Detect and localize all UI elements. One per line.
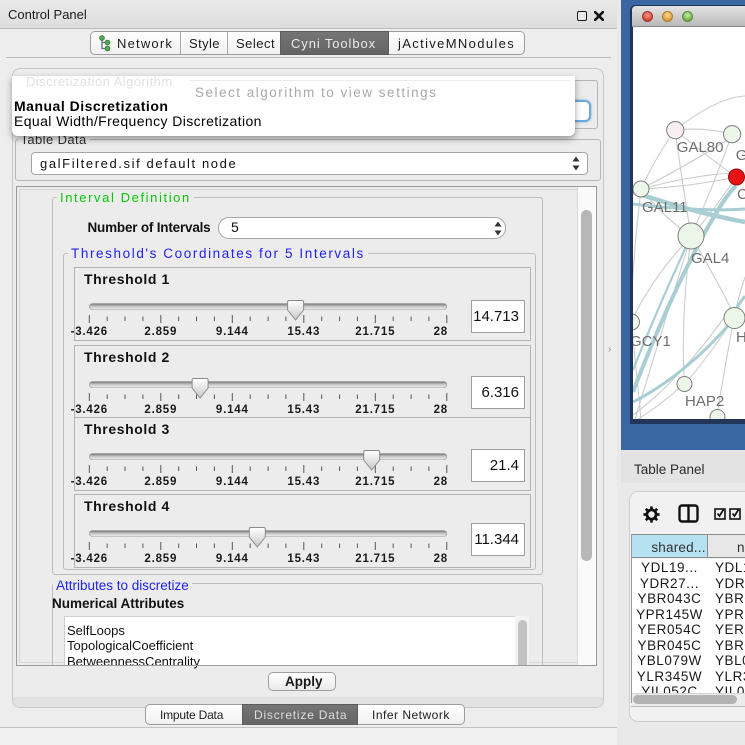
svg-text:-3.426: -3.426 <box>71 476 108 488</box>
svg-text:9.144: 9.144 <box>216 476 249 488</box>
svg-text:28: 28 <box>434 326 448 338</box>
svg-text:HAP2: HAP2 <box>685 393 724 410</box>
svg-text:2.859: 2.859 <box>144 476 177 488</box>
svg-text:15.43: 15.43 <box>287 553 320 565</box>
svg-text:-3.426: -3.426 <box>71 553 108 565</box>
svg-text:GAL11: GAL11 <box>642 199 688 216</box>
svg-text:21.715: 21.715 <box>355 326 395 338</box>
svg-text:CY: CY <box>737 186 745 203</box>
svg-text:-3.426: -3.426 <box>71 326 108 338</box>
svg-text:GAL80: GAL80 <box>677 139 724 156</box>
svg-text:9.144: 9.144 <box>216 404 249 416</box>
svg-text:9.144: 9.144 <box>216 553 249 565</box>
svg-text:28: 28 <box>434 404 448 416</box>
svg-text:GCY1: GCY1 <box>633 333 671 350</box>
svg-text:21.715: 21.715 <box>355 404 395 416</box>
svg-text:2.859: 2.859 <box>144 404 177 416</box>
svg-text:GAL4: GAL4 <box>691 250 729 267</box>
svg-text:21.715: 21.715 <box>355 476 395 488</box>
svg-text:21.715: 21.715 <box>355 553 395 565</box>
svg-text:15.43: 15.43 <box>287 326 320 338</box>
svg-text:-3.426: -3.426 <box>71 404 108 416</box>
svg-text:9.144: 9.144 <box>216 326 249 338</box>
svg-text:28: 28 <box>434 476 448 488</box>
svg-text:15.43: 15.43 <box>287 404 320 416</box>
svg-text:28: 28 <box>434 553 448 565</box>
svg-text:2.859: 2.859 <box>144 553 177 565</box>
svg-text:GA: GA <box>736 147 745 164</box>
svg-text:15.43: 15.43 <box>287 476 320 488</box>
svg-text:H: H <box>736 329 745 346</box>
svg-text:2.859: 2.859 <box>144 326 177 338</box>
